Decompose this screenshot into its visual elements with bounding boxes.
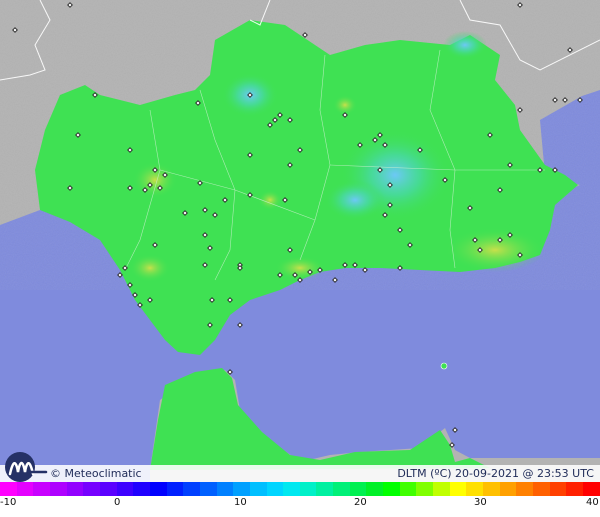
scale-swatch (49, 482, 67, 496)
scale-tick-label: 30 (474, 497, 487, 508)
scale-tick-label: 40 (586, 497, 599, 508)
map-canvas (0, 0, 600, 517)
scale-swatch (266, 482, 284, 496)
scale-swatch (533, 482, 550, 496)
scale-swatch (483, 482, 500, 496)
scale-swatch (349, 482, 367, 496)
scale-swatch (399, 482, 417, 496)
scale-swatch (133, 482, 150, 496)
scale-swatch (383, 482, 400, 496)
scale-swatch (83, 482, 100, 496)
scale-swatch (249, 482, 267, 496)
scale-tick-label: 10 (234, 497, 247, 508)
footer-bar: © Meteoclimatic DLTM (ºC) 20-09-2021 @ 2… (0, 452, 600, 482)
scale-swatch (449, 482, 467, 496)
scale-swatch (433, 482, 450, 496)
scale-swatch (283, 482, 300, 496)
meteoclimatic-m-icon (2, 450, 48, 482)
scale-swatch (516, 482, 533, 496)
scale-swatch (333, 482, 350, 496)
scale-swatch (299, 482, 317, 496)
map-caption: DLTM (ºC) 20-09-2021 @ 23:53 UTC (397, 467, 594, 480)
scale-swatch (149, 482, 167, 496)
scale-tick-label: -10 (0, 497, 17, 508)
scale-swatch (549, 482, 567, 496)
scale-swatch (416, 482, 434, 496)
scale-swatch (316, 482, 334, 496)
scale-swatch (183, 482, 200, 496)
scale-color-bar (0, 482, 600, 496)
temperature-map: © Meteoclimatic DLTM (ºC) 20-09-2021 @ 2… (0, 0, 600, 517)
scale-tick-label: 0 (114, 497, 121, 508)
temperature-scale: -10 0 10 20 30 40 (0, 482, 600, 517)
scale-labels: -10 0 10 20 30 40 (0, 497, 600, 511)
scale-swatch (233, 482, 250, 496)
scale-swatch (199, 482, 217, 496)
scale-swatch (0, 482, 17, 496)
scale-swatch (466, 482, 484, 496)
scale-swatch (216, 482, 234, 496)
scale-swatch (566, 482, 583, 496)
brand-name: © Meteoclimatic (50, 467, 142, 480)
scale-swatch (66, 482, 84, 496)
scale-swatch (116, 482, 134, 496)
scale-swatch (33, 482, 50, 496)
scale-swatch (499, 482, 517, 496)
scale-swatch (99, 482, 117, 496)
scale-swatch (16, 482, 34, 496)
scale-tick-label: 20 (354, 497, 367, 508)
scale-swatch (366, 482, 384, 496)
scale-swatch (582, 482, 600, 496)
scale-swatch (166, 482, 184, 496)
